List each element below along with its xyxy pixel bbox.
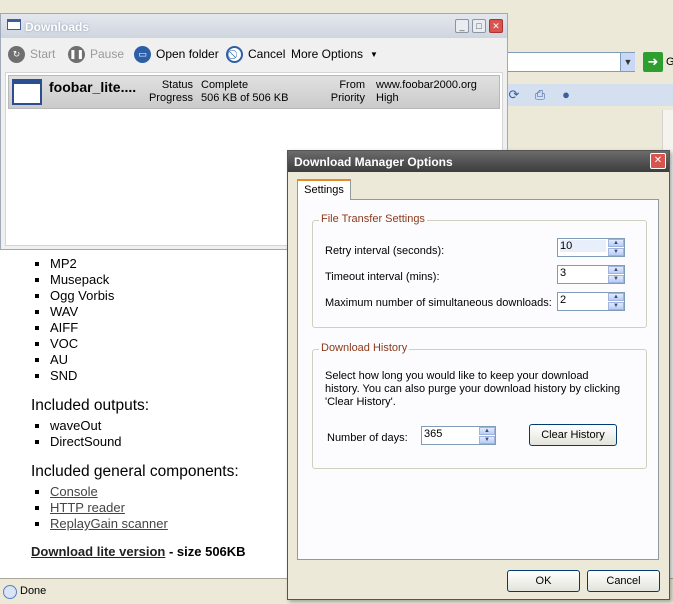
- download-size: - size 506KB: [165, 544, 246, 559]
- progress-value: 506 KB of 506 KB: [201, 92, 289, 104]
- more-options-button[interactable]: More Options ▼: [291, 44, 378, 64]
- spin-up-icon[interactable]: ▲: [608, 239, 624, 247]
- globe-icon: [3, 585, 17, 599]
- address-dropdown-icon[interactable]: ▼: [620, 53, 635, 71]
- spin-up-icon[interactable]: ▲: [479, 427, 495, 435]
- progress-label: Progress: [148, 92, 193, 104]
- link-console[interactable]: Console: [50, 484, 98, 499]
- spin-down-icon[interactable]: ▼: [608, 302, 624, 310]
- max-downloads-input[interactable]: [560, 294, 606, 306]
- spin-down-icon[interactable]: ▼: [479, 436, 495, 444]
- start-icon: ↻: [8, 45, 25, 63]
- timeout-stepper[interactable]: ▲▼: [557, 265, 625, 284]
- download-history-group: Download History Select how long you wou…: [312, 342, 647, 469]
- options-titlebar[interactable]: Download Manager Options ✕: [288, 151, 669, 172]
- priority-value: High: [376, 92, 399, 104]
- status-label: Status: [161, 79, 193, 91]
- list-item: SND: [50, 368, 290, 384]
- close-icon[interactable]: ✕: [650, 153, 666, 169]
- priority-label: Priority: [330, 92, 365, 104]
- status-text: Done: [20, 585, 47, 597]
- spin-down-icon[interactable]: ▼: [608, 248, 624, 256]
- messenger-icon[interactable]: ●: [558, 87, 574, 103]
- list-item: DirectSound: [50, 434, 290, 450]
- days-stepper[interactable]: ▲▼: [421, 426, 496, 445]
- list-item: Ogg Vorbis: [50, 288, 290, 304]
- downloads-toolbar: ↻ Start ❚❚ Pause ▭ Open folder ⃠ Cancel …: [1, 38, 507, 68]
- downloads-title: Downloads: [25, 20, 90, 34]
- tab-settings[interactable]: Settings: [297, 179, 351, 200]
- download-name: foobar_lite....: [49, 79, 137, 95]
- components-heading: Included general components:: [31, 463, 239, 480]
- list-item: waveOut: [50, 418, 290, 434]
- cancel-download-button[interactable]: ⃠ Cancel: [226, 44, 285, 64]
- refresh-icon[interactable]: ⟳: [506, 87, 522, 103]
- format-list: MP2 Musepack Ogg Vorbis WAV AIFF VOC AU …: [31, 256, 290, 384]
- clear-history-button[interactable]: Clear History: [529, 424, 617, 446]
- download-lite-link[interactable]: Download lite version: [31, 544, 165, 559]
- cancel-icon: ⃠: [226, 45, 243, 63]
- from-label: From: [339, 79, 365, 91]
- spin-up-icon[interactable]: ▲: [608, 293, 624, 301]
- spin-up-icon[interactable]: ▲: [608, 266, 624, 274]
- start-button[interactable]: ↻ Start: [8, 44, 55, 64]
- list-item: MP2: [50, 256, 290, 272]
- print-icon[interactable]: ⎙: [532, 87, 548, 103]
- retry-stepper[interactable]: ▲▼: [557, 238, 625, 257]
- link-replaygain-scanner[interactable]: ReplayGain scanner: [50, 516, 168, 531]
- options-dialog: Download Manager Options ✕ Settings File…: [287, 150, 670, 600]
- settings-panel: File Transfer Settings Retry interval (s…: [297, 199, 659, 560]
- start-label: Start: [30, 47, 56, 61]
- chevron-down-icon: ▼: [370, 49, 378, 59]
- cancel-label: Cancel: [248, 47, 286, 61]
- outputs-heading: Included outputs:: [31, 397, 150, 414]
- download-history-title: Download History: [319, 342, 410, 354]
- page-content: MP2 Musepack Ogg Vorbis WAV AIFF VOC AU …: [0, 250, 290, 578]
- from-value: www.foobar2000.org: [376, 79, 477, 91]
- list-item: VOC: [50, 336, 290, 352]
- days-label: Number of days:: [327, 432, 408, 444]
- components-list: Console HTTP reader ReplayGain scanner: [31, 484, 290, 532]
- timeout-input[interactable]: [560, 267, 606, 279]
- open-folder-label: Open folder: [156, 47, 219, 61]
- spin-down-icon[interactable]: ▼: [608, 275, 624, 283]
- browser-toolbar: [505, 84, 673, 106]
- retry-input[interactable]: [560, 240, 606, 252]
- address-bar[interactable]: [505, 52, 635, 72]
- history-description: Select how long you would like to keep y…: [325, 370, 621, 408]
- max-downloads-stepper[interactable]: ▲▼: [557, 292, 625, 311]
- file-transfer-title: File Transfer Settings: [319, 213, 427, 225]
- downloads-titlebar[interactable]: Downloads _ □ ✕: [1, 14, 507, 38]
- maximize-icon[interactable]: □: [472, 19, 486, 33]
- max-downloads-label: Maximum number of simultaneous downloads…: [325, 297, 552, 309]
- go-label[interactable]: G: [666, 56, 673, 68]
- options-title: Download Manager Options: [294, 155, 453, 169]
- open-folder-button[interactable]: ▭ Open folder: [134, 44, 219, 64]
- download-item[interactable]: foobar_lite.... Status Complete Progress…: [8, 75, 500, 109]
- list-item: WAV: [50, 304, 290, 320]
- folder-icon: ▭: [134, 45, 151, 63]
- download-line: Download lite version - size 506KB: [31, 544, 290, 559]
- go-arrow-icon[interactable]: ➜: [643, 52, 663, 72]
- pause-icon: ❚❚: [68, 45, 85, 63]
- link-http-reader[interactable]: HTTP reader: [50, 500, 125, 515]
- window-icon: [7, 19, 21, 30]
- close-icon[interactable]: ✕: [489, 19, 503, 33]
- pause-label: Pause: [90, 47, 125, 61]
- minimize-icon[interactable]: _: [455, 19, 469, 33]
- ok-button[interactable]: OK: [507, 570, 580, 592]
- pause-button[interactable]: ❚❚ Pause: [68, 44, 124, 64]
- cancel-button[interactable]: Cancel: [587, 570, 660, 592]
- outputs-list: waveOut DirectSound: [31, 418, 290, 450]
- retry-label: Retry interval (seconds):: [325, 245, 445, 257]
- timeout-label: Timeout interval (mins):: [325, 271, 440, 283]
- more-options-label: More Options: [291, 47, 364, 61]
- file-transfer-group: File Transfer Settings Retry interval (s…: [312, 213, 647, 328]
- list-item: AIFF: [50, 320, 290, 336]
- list-item: AU: [50, 352, 290, 368]
- status-value: Complete: [201, 79, 249, 91]
- list-item: Musepack: [50, 272, 290, 288]
- file-icon: [12, 79, 42, 105]
- days-input[interactable]: [424, 428, 476, 440]
